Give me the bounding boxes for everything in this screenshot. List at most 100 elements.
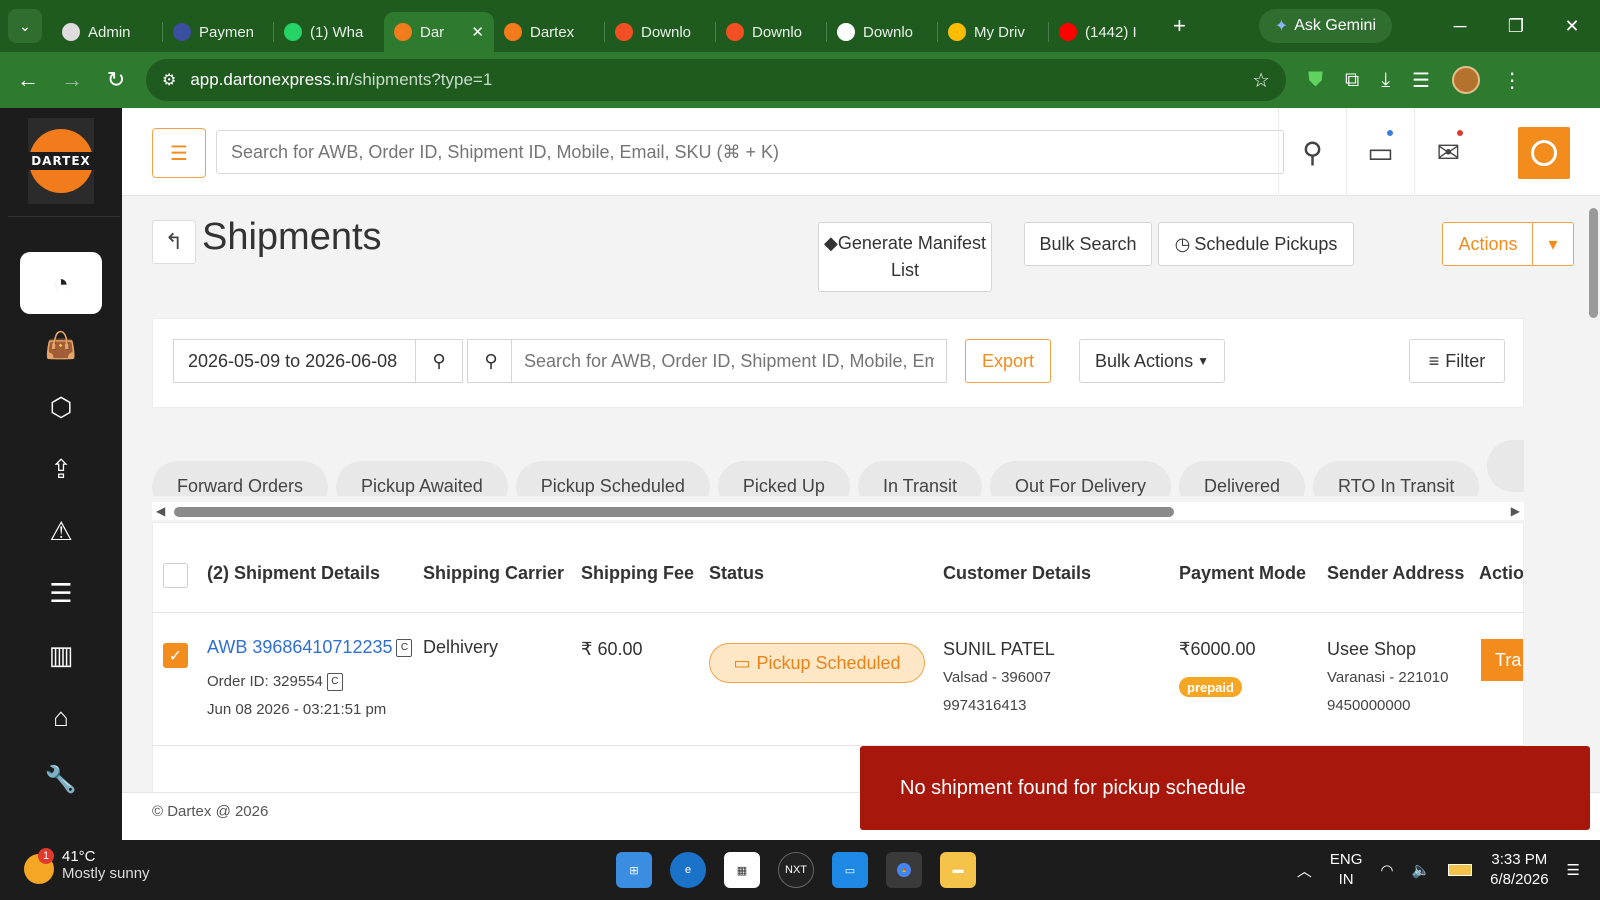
store-app[interactable]: ▦ (724, 852, 760, 888)
url-bar[interactable]: ⚙ app.dartonexpress.in /shipments?type=1… (146, 59, 1286, 101)
s-icon (173, 23, 191, 41)
scrollbar-thumb[interactable] (174, 507, 1174, 517)
error-toast[interactable]: No shipment found for pickup schedule (860, 746, 1590, 830)
date-search-button[interactable]: ⚲ (415, 339, 463, 383)
site-info-icon[interactable]: ⚙ (162, 70, 176, 90)
scroll-right-icon[interactable]: ▶ (1511, 504, 1520, 518)
language-indicator[interactable]: ENG IN (1330, 850, 1363, 890)
chrome-app[interactable] (886, 852, 922, 888)
clock[interactable]: 3:33 PM 6/8/2026 (1490, 850, 1548, 890)
filter-button[interactable]: ≡ Filter (1409, 339, 1505, 383)
tab-picked-up[interactable]: Picked Up (717, 460, 850, 496)
ask-gemini-button[interactable]: ✦ Ask Gemini (1258, 9, 1392, 43)
tab-pickup-awaited[interactable]: Pickup Awaited (336, 460, 508, 496)
copy-icon[interactable]: C (326, 673, 343, 692)
browser-tab[interactable]: (1442) I (1049, 12, 1159, 52)
browser-tab[interactable]: Downlo (827, 12, 937, 52)
tab-out-for-delivery[interactable]: Out For Delivery (989, 460, 1171, 496)
search-icon: ⚲ (432, 350, 446, 371)
table-header: (2) Shipment Details Shipping Carrier Sh… (153, 523, 1523, 613)
downloads-icon[interactable]: ⤓ (1381, 69, 1390, 92)
browser-tab[interactable]: Downlo (716, 12, 826, 52)
desktop-app[interactable]: ▭ (832, 852, 868, 888)
sidebar-item-upload[interactable]: ⇪ (20, 438, 102, 500)
battery-icon[interactable] (1448, 864, 1473, 876)
wifi-icon[interactable]: ◠ (1380, 861, 1393, 879)
browser-tab[interactable]: Admin (52, 12, 162, 52)
sidebar-item-orders[interactable]: 👜 (20, 314, 102, 376)
global-search-input[interactable] (216, 130, 1284, 174)
main-content: ↰ Shipments ◆Generate Manifest List Bulk… (122, 196, 1600, 792)
shipment-search-input[interactable] (511, 339, 947, 383)
forward-icon[interactable]: → (50, 67, 94, 93)
browser-tab[interactable]: (1) Wha (274, 12, 384, 52)
track-button[interactable]: Tra (1481, 639, 1523, 681)
vertical-scroll-thumb[interactable] (1589, 208, 1598, 318)
bulk-search-button[interactable]: Bulk Search (1024, 222, 1152, 266)
bookmark-star-icon[interactable]: ☆ (1252, 68, 1270, 93)
shield-extension-icon[interactable]: ⛊ (1308, 69, 1323, 92)
restore-button[interactable]: ❐ (1488, 16, 1544, 37)
tab-forward-orders[interactable]: Forward Orders (152, 460, 329, 496)
browser-tab[interactable]: My Driv (938, 12, 1048, 52)
sidebar-item-settings[interactable]: 🔧 (20, 748, 102, 810)
tab-in-transit[interactable]: In Transit (857, 460, 982, 496)
reading-list-icon[interactable]: ☰ (1412, 68, 1430, 93)
menu-toggle-button[interactable]: ☰ (152, 128, 206, 178)
tab-rto-in-transit[interactable]: RTO In Transit (1313, 460, 1480, 496)
volume-icon[interactable]: 🔈 (1411, 861, 1430, 879)
tab-pickup-scheduled[interactable]: Pickup Scheduled (515, 460, 710, 496)
order-id: Order ID: 329554 (207, 673, 323, 690)
notification-center-icon[interactable]: ☰ (1567, 861, 1580, 879)
tab-delivered[interactable]: Delivered (1179, 460, 1306, 496)
close-window-button[interactable]: ✕ (1544, 16, 1600, 37)
extensions-puzzle-icon[interactable]: ⧉ (1345, 69, 1359, 92)
user-menu-button[interactable] (1518, 127, 1570, 179)
date-range-input[interactable]: 2026-05-09 to 2026-06-08 (173, 339, 415, 383)
generate-manifest-button[interactable]: ◆Generate Manifest List (818, 222, 992, 292)
bulk-actions-dropdown[interactable]: Bulk Actions ▼ (1079, 339, 1225, 383)
horizontal-scrollbar[interactable]: ◀ ▶ (152, 502, 1524, 520)
schedule-pickups-button[interactable]: ◷ Schedule Pickups (1158, 222, 1354, 266)
browser-tab[interactable]: Dar ✕ (384, 12, 494, 52)
notification-badge: 1 (38, 848, 54, 864)
edge-app[interactable]: e (670, 852, 706, 888)
awb-link[interactable]: AWB 39686410712235 (207, 637, 392, 657)
sidebar-item-alerts[interactable]: ⚠ (20, 500, 102, 562)
weather-widget[interactable]: 1 41°C Mostly sunny (24, 848, 150, 884)
export-button[interactable]: Export (965, 339, 1051, 383)
reload-icon[interactable]: ↻ (94, 67, 138, 93)
row-checkbox[interactable]: ✓ (163, 643, 188, 668)
actions-button[interactable]: Actions (1442, 222, 1534, 266)
minimize-button[interactable]: ─ (1432, 16, 1488, 37)
sidebar-item-store[interactable]: ⌂ (20, 686, 102, 748)
select-all-checkbox[interactable] (163, 563, 188, 588)
sidebar-item-layers[interactable]: ☰ (20, 562, 102, 624)
sidebar-item-shipments[interactable]: ⬡ (20, 376, 102, 438)
browser-tab[interactable]: Paymen (163, 12, 273, 52)
browser-tab[interactable]: Downlo (605, 12, 715, 52)
wallet-button[interactable]: ▭ (1346, 108, 1414, 196)
tab-close-icon[interactable]: ✕ (471, 23, 484, 41)
scroll-left-icon[interactable]: ◀ (156, 504, 165, 518)
copy-icon[interactable]: C (396, 639, 413, 658)
back-button[interactable]: ↰ (152, 220, 196, 264)
browser-tab[interactable]: Dartex (494, 12, 604, 52)
search-button[interactable]: ⚲ (1278, 108, 1346, 196)
show-hidden-icons[interactable]: ︿ (1297, 860, 1312, 881)
start-button[interactable]: ⊞ (616, 852, 652, 888)
tab-more[interactable] (1487, 440, 1524, 492)
file-explorer-app[interactable]: ▬ (940, 852, 976, 888)
sidebar-item-reports[interactable]: ▥ (20, 624, 102, 686)
dartex-logo[interactable]: DARTEX (28, 118, 94, 204)
profile-avatar[interactable] (1452, 66, 1481, 94)
back-icon[interactable]: ← (6, 67, 50, 93)
browser-menu-icon[interactable]: ⋮ (1502, 68, 1522, 93)
mail-button[interactable]: ✉ (1414, 108, 1482, 196)
nxtwave-app[interactable]: NXT (778, 852, 814, 888)
sidebar-item-dashboard[interactable]: ◔ (20, 252, 102, 314)
vertical-scrollbar[interactable] (1586, 196, 1600, 792)
actions-dropdown-toggle[interactable]: ▾ (1532, 222, 1574, 266)
new-tab-button[interactable]: + (1173, 13, 1186, 39)
tab-search-dropdown[interactable]: ⌄ (8, 9, 42, 43)
